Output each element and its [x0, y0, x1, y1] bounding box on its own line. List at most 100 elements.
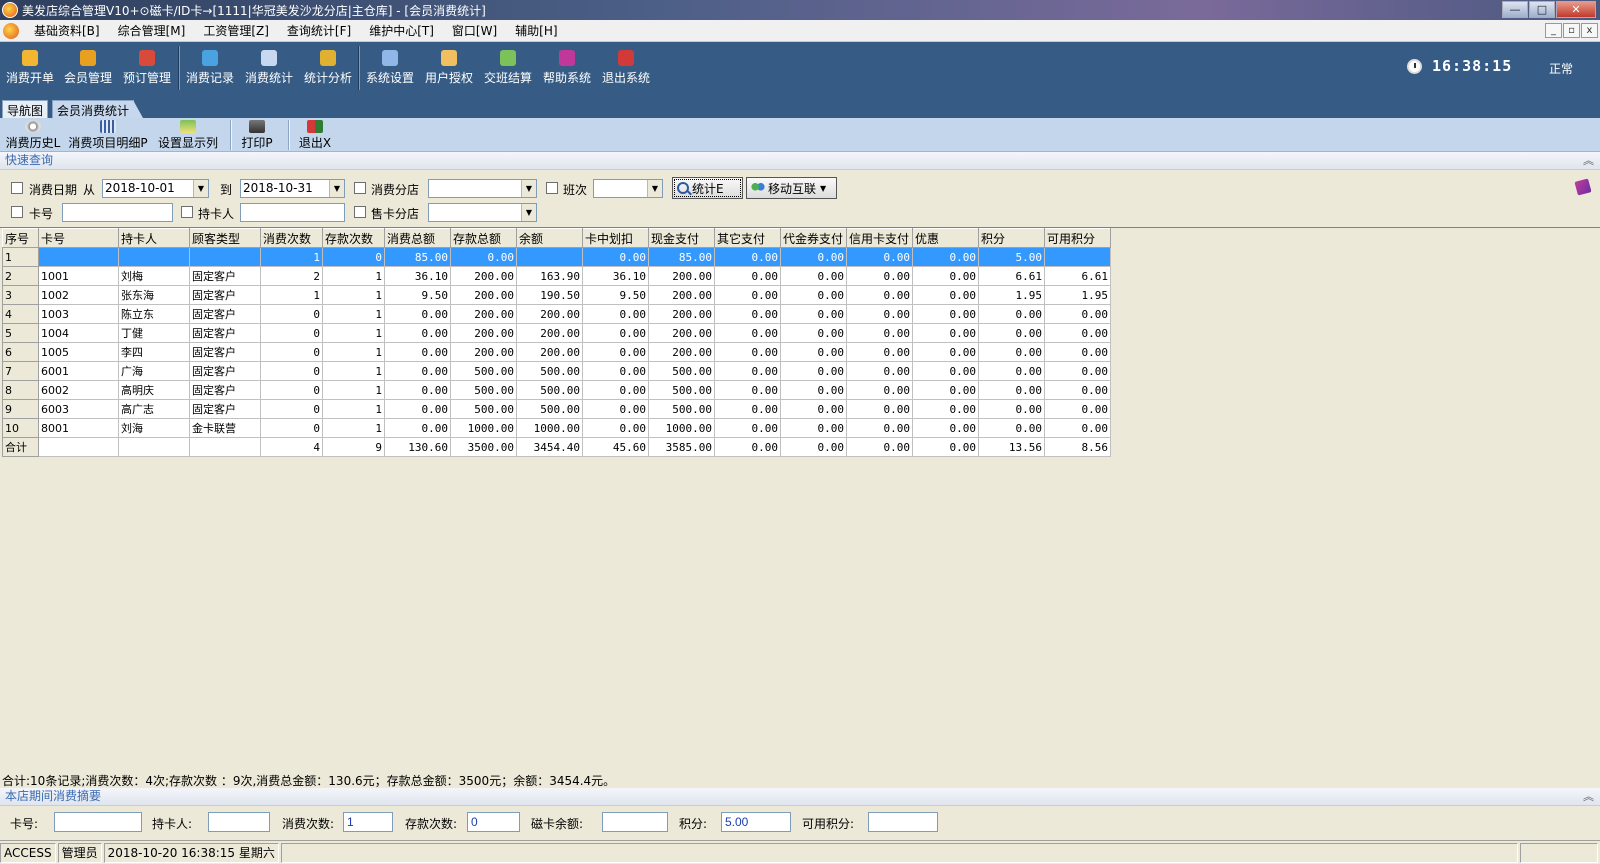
toolbar-help-button[interactable]: 帮助系统 [543, 48, 591, 90]
grid-cell[interactable]: 丁健 [118, 323, 190, 343]
menu-salary[interactable]: 工资管理[Z] [203, 22, 269, 39]
grid-cell[interactable]: 0.00 [582, 361, 649, 381]
grid-cell[interactable]: 200.00 [450, 342, 517, 362]
grid-cell[interactable]: 固定客户 [189, 323, 261, 343]
mobile-connect-button[interactable]: 移动互联 ▼ [746, 177, 837, 199]
grid-cell[interactable]: 4 [2, 304, 39, 324]
grid-cell[interactable]: 0.00 [714, 323, 781, 343]
grid-cell[interactable] [189, 247, 261, 267]
grid-cell[interactable]: 固定客户 [189, 285, 261, 305]
summary-card-balance-field[interactable] [602, 812, 668, 832]
table-row[interactable]: 7 6001 广海 固定客户 0 1 0.00 500.00 500.00 0.00 500.00 0… [2, 361, 1111, 381]
grid-cell[interactable]: 1 [260, 285, 323, 305]
grid-column-header[interactable]: 信用卡支付 [846, 228, 913, 248]
grid-cell[interactable]: 5.00 [978, 247, 1045, 267]
grid-cell[interactable]: 广海 [118, 361, 190, 381]
table-row[interactable]: 8 6002 高明庆 固定客户 0 1 0.00 500.00 500.00 0.00 500.00… [2, 380, 1111, 400]
date-to-picker[interactable]: 2018-10-31 ▼ [240, 179, 345, 198]
grid-column-header[interactable]: 持卡人 [118, 228, 190, 248]
grid-cell[interactable]: 1 [322, 304, 385, 324]
table-row[interactable]: 5 1004 丁健 固定客户 0 1 0.00 200.00 200.00 0.00 200.00 0… [2, 323, 1111, 343]
toolbar-user-auth-button[interactable]: 用户授权 [425, 48, 473, 90]
tab-navigation[interactable]: 导航图 [2, 100, 49, 118]
grid-cell[interactable]: 1000.00 [450, 418, 517, 438]
mdi-app-icon[interactable] [3, 22, 19, 39]
table-row[interactable]: 6 1005 李四 固定客户 0 1 0.00 200.00 200.00 0.00 200.00 0… [2, 342, 1111, 362]
grid-cell[interactable]: 0.00 [1044, 361, 1111, 381]
menu-query-stats[interactable]: 查询统计[F] [287, 22, 351, 39]
toolbar-booking-button[interactable]: 预订管理 [123, 48, 171, 90]
grid-cell[interactable]: 0.00 [780, 361, 847, 381]
grid-cell[interactable]: 3500.00 [450, 437, 517, 457]
grid-column-header[interactable]: 序号 [2, 228, 39, 248]
grid-cell[interactable]: 0.00 [384, 323, 451, 343]
grid-cell[interactable]: 1003 [38, 304, 119, 324]
dropdown-arrow-icon[interactable]: ▼ [193, 180, 208, 197]
toolbar-settings-button[interactable]: 系统设置 [366, 48, 414, 90]
grid-cell[interactable]: 1004 [38, 323, 119, 343]
mdi-restore-button[interactable]: ▫ [1563, 23, 1580, 38]
grid-cell[interactable]: 0.00 [978, 323, 1045, 343]
grid-cell[interactable]: 陈立东 [118, 304, 190, 324]
grid-cell[interactable]: 0.00 [582, 304, 649, 324]
grid-cell[interactable]: 0.00 [846, 361, 913, 381]
sale-branch-checkbox[interactable] [354, 206, 366, 218]
grid-cell[interactable]: 固定客户 [189, 342, 261, 362]
grid-cell[interactable]: 0.00 [912, 342, 979, 362]
grid-cell[interactable]: 6003 [38, 399, 119, 419]
grid-cell[interactable]: 200.00 [516, 342, 583, 362]
date-from-picker[interactable]: 2018-10-01 ▼ [102, 179, 209, 198]
app-icon[interactable] [2, 2, 18, 18]
grid-cell[interactable]: 固定客户 [189, 399, 261, 419]
table-row[interactable]: 10 8001 刘海 金卡联营 0 1 0.00 1000.00 1000.00 0.00 1000… [2, 418, 1111, 438]
exit-tab-button[interactable]: 退出X [298, 120, 332, 150]
grid-cell[interactable]: 0.00 [846, 304, 913, 324]
grid-column-header[interactable]: 积分 [978, 228, 1045, 248]
grid-cell[interactable]: 45.60 [582, 437, 649, 457]
grid-cell[interactable]: 200.00 [450, 304, 517, 324]
grid-cell[interactable]: 3585.00 [648, 437, 715, 457]
grid-cell[interactable]: 高广志 [118, 399, 190, 419]
grid-cell[interactable]: 刘海 [118, 418, 190, 438]
grid-cell[interactable]: 1001 [38, 266, 119, 286]
grid-cell[interactable]: 200.00 [450, 323, 517, 343]
summary-points-field[interactable] [721, 812, 791, 832]
toolbar-consume-stats-button[interactable]: 消费统计 [245, 48, 293, 90]
grid-cell[interactable]: 500.00 [450, 399, 517, 419]
grid-cell[interactable]: 0.00 [384, 342, 451, 362]
grid-cell[interactable]: 0.00 [912, 285, 979, 305]
menu-help[interactable]: 辅助[H] [515, 22, 557, 39]
grid-cell[interactable]: 9.50 [384, 285, 451, 305]
grid-cell[interactable]: 0.00 [1044, 342, 1111, 362]
grid-cell[interactable]: 9 [2, 399, 39, 419]
grid-cell[interactable]: 0.00 [714, 361, 781, 381]
grid-cell[interactable]: 0.00 [714, 418, 781, 438]
grid-cell[interactable]: 0 [260, 361, 323, 381]
grid-cell[interactable]: 0 [260, 342, 323, 362]
grid-cell[interactable]: 0.00 [582, 399, 649, 419]
grid-cell[interactable]: 0.00 [780, 342, 847, 362]
grid-cell[interactable]: 0.00 [384, 361, 451, 381]
grid-cell[interactable]: 10 [2, 418, 39, 438]
grid-cell[interactable]: 0.00 [450, 247, 517, 267]
grid-cell[interactable]: 0.00 [714, 399, 781, 419]
grid-column-header[interactable]: 现金支付 [648, 228, 715, 248]
toolbar-consume-order-button[interactable]: 消费开单 [6, 48, 54, 90]
grid-column-header[interactable]: 优惠 [912, 228, 979, 248]
grid-cell[interactable]: 3454.40 [516, 437, 583, 457]
grid-cell[interactable]: 0.00 [912, 418, 979, 438]
grid-cell[interactable]: 0.00 [1044, 418, 1111, 438]
table-row[interactable]: 1 1 0 85.00 0.00 0.00 85.00 0.00 0.00 0.00 0.00 5.0… [2, 247, 1111, 267]
grid-cell[interactable]: 0.00 [912, 380, 979, 400]
summary-deposit-count-field[interactable] [467, 812, 520, 832]
grid-total-row[interactable]: 合计 4 9 130.60 3500.00 3454.40 45.60 3585.00 0.00… [2, 437, 1111, 457]
grid-cell[interactable] [38, 437, 119, 457]
grid-cell[interactable]: 0 [260, 304, 323, 324]
grid-cell[interactable]: 0.00 [1044, 304, 1111, 324]
grid-cell[interactable]: 6.61 [1044, 266, 1111, 286]
grid-column-header[interactable]: 消费次数 [260, 228, 323, 248]
menu-integrated[interactable]: 综合管理[M] [118, 22, 186, 39]
grid-cell[interactable]: 6002 [38, 380, 119, 400]
grid-cell[interactable]: 0.00 [846, 285, 913, 305]
grid-cell[interactable]: 0.00 [780, 418, 847, 438]
